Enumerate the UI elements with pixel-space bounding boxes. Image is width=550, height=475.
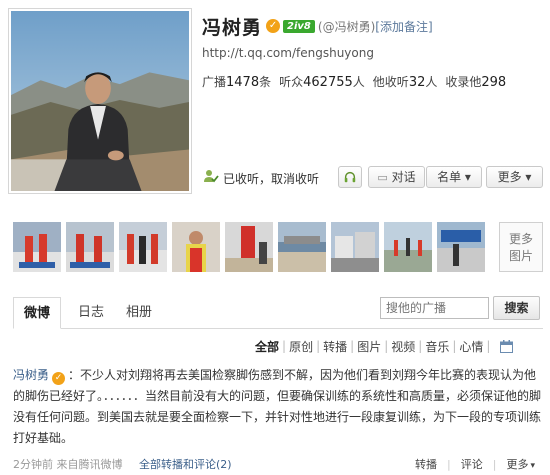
divider: | xyxy=(492,457,497,471)
headset-icon xyxy=(344,171,356,183)
stat-following[interactable]: 他收听32人 xyxy=(373,73,438,90)
photo-thumbnail[interactable] xyxy=(437,222,485,272)
post-time-source: 2分钟前 来自腾讯微博 xyxy=(13,458,123,471)
followed-person-icon xyxy=(204,170,219,183)
filter-original[interactable]: 原创 xyxy=(289,338,313,355)
photo-thumbnail[interactable] xyxy=(13,222,61,272)
more-photos-label: 图片 xyxy=(508,249,533,263)
unfollow-link[interactable]: 已收听，取消收听 xyxy=(223,170,319,187)
photo-image xyxy=(278,222,326,272)
content-tabs: 微博 日志 相册 搜索 xyxy=(13,295,543,329)
profile-stats: 广播1478条 听众462755人 他收听32人 收录他298 xyxy=(202,73,542,90)
post-item: 冯树勇 ✓ ：不少人对刘翔将再去美国检察脚伤感到不解，因为他们看到刘翔今年比赛的表现… xyxy=(13,365,543,449)
photo-image xyxy=(225,222,273,272)
post-actions: 转播 | 评论 | 更多 ▾ xyxy=(415,456,535,472)
filter-all[interactable]: 全部 xyxy=(255,338,279,355)
repost-link[interactable]: 转播 xyxy=(415,456,437,472)
comment-link[interactable]: 评论 xyxy=(461,456,483,472)
filter-music[interactable]: 音乐 xyxy=(425,338,449,355)
filter-image[interactable]: 图片 xyxy=(357,338,381,355)
stat-listeners[interactable]: 听众462755人 xyxy=(279,73,365,90)
post-footer: 2分钟前 来自腾讯微博 全部转播和评论(2) 转播 | 评论 | 更多 ▾ xyxy=(13,456,543,472)
level-badge[interactable]: 2iv8 xyxy=(283,19,315,33)
photo-image xyxy=(384,222,432,272)
photo-image xyxy=(172,222,220,272)
list-button-label: 名单 xyxy=(437,170,462,184)
all-reposts-comments-link[interactable]: 全部转播和评论(2) xyxy=(139,456,232,472)
more-photos-button[interactable]: 更多 图片 xyxy=(499,222,543,272)
chevron-down-icon: ▾ xyxy=(530,461,535,471)
more-button[interactable]: 更多 ▾ xyxy=(486,166,543,188)
photo-image xyxy=(13,222,61,272)
photo-thumbnail[interactable] xyxy=(225,222,273,272)
profile-name[interactable]: 冯树勇 xyxy=(202,13,262,40)
calendar-icon[interactable] xyxy=(500,339,514,353)
filter-mood[interactable]: 心情 xyxy=(459,338,483,355)
divider: | xyxy=(384,339,389,353)
post-more-label: 更多 xyxy=(506,458,529,471)
photo-image xyxy=(437,222,485,272)
divider: | xyxy=(452,339,457,353)
verified-icon: ✓ xyxy=(52,372,66,385)
divider: | xyxy=(486,339,491,353)
chevron-down-icon: ▾ xyxy=(525,170,532,184)
verified-icon: ✓ xyxy=(266,19,281,33)
search-input[interactable] xyxy=(380,297,489,319)
filter-bar: 全部 | 原创 | 转播 | 图片 | 视频 | 音乐 | 心情 | xyxy=(255,337,514,355)
post-content: ：不少人对刘翔将再去美国检察脚伤感到不解，因为他们看到刘翔今年比赛的表现认为他的… xyxy=(13,368,542,445)
photo-thumbnail[interactable] xyxy=(384,222,432,272)
profile-url[interactable]: http://t.qq.com/fengshuyong xyxy=(202,46,542,60)
photo-thumbnail[interactable] xyxy=(119,222,167,272)
post-more-button[interactable]: 更多 ▾ xyxy=(506,456,535,472)
listen-button[interactable] xyxy=(338,166,362,188)
photo-thumbnail[interactable] xyxy=(331,222,379,272)
divider: | xyxy=(418,339,423,353)
more-button-label: 更多 xyxy=(497,170,522,184)
tab-blog[interactable]: 日志 xyxy=(73,297,109,329)
photo-thumbnail[interactable] xyxy=(278,222,326,272)
search-button[interactable]: 搜索 xyxy=(493,296,540,320)
stat-broadcasts[interactable]: 广播1478条 xyxy=(202,73,271,90)
chat-button[interactable]: ▭ 对话 xyxy=(368,166,425,188)
tab-weibo[interactable]: 微博 xyxy=(13,297,61,329)
chevron-down-icon: ▾ xyxy=(464,170,471,184)
stat-collected[interactable]: 收录他298 xyxy=(445,73,506,90)
profile-info: 冯树勇 ✓ 2iv8 (@冯树勇) [添加备注] http://t.qq.com… xyxy=(202,13,542,91)
list-button[interactable]: 名单 ▾ xyxy=(426,166,482,188)
tab-album[interactable]: 相册 xyxy=(121,297,157,329)
photo-thumbnail[interactable] xyxy=(172,222,220,272)
chat-bubble-icon: ▭ xyxy=(377,171,388,184)
chat-button-label: 对话 xyxy=(391,170,416,184)
add-remark-link[interactable]: [添加备注] xyxy=(375,18,432,35)
avatar-photo xyxy=(11,11,189,191)
profile-handle: (@冯树勇) xyxy=(317,19,376,34)
divider: | xyxy=(447,457,451,471)
profile-avatar[interactable] xyxy=(8,8,192,194)
divider: | xyxy=(316,339,321,353)
more-photos-label: 更多 xyxy=(508,232,533,246)
post-author[interactable]: 冯树勇 xyxy=(13,368,49,382)
photo-image xyxy=(66,222,114,272)
filter-repost[interactable]: 转播 xyxy=(323,338,347,355)
photo-strip: 更多 图片 xyxy=(13,222,543,272)
photo-thumbnail[interactable] xyxy=(66,222,114,272)
photo-image xyxy=(331,222,379,272)
name-row: 冯树勇 ✓ 2iv8 (@冯树勇) [添加备注] xyxy=(202,13,542,40)
divider: | xyxy=(350,339,355,353)
action-row: 已收听，取消收听 ▭ 对话 名单 ▾ 更多 ▾ xyxy=(203,166,543,188)
photo-image xyxy=(119,222,167,272)
filter-video[interactable]: 视频 xyxy=(391,338,415,355)
divider: | xyxy=(282,339,287,353)
